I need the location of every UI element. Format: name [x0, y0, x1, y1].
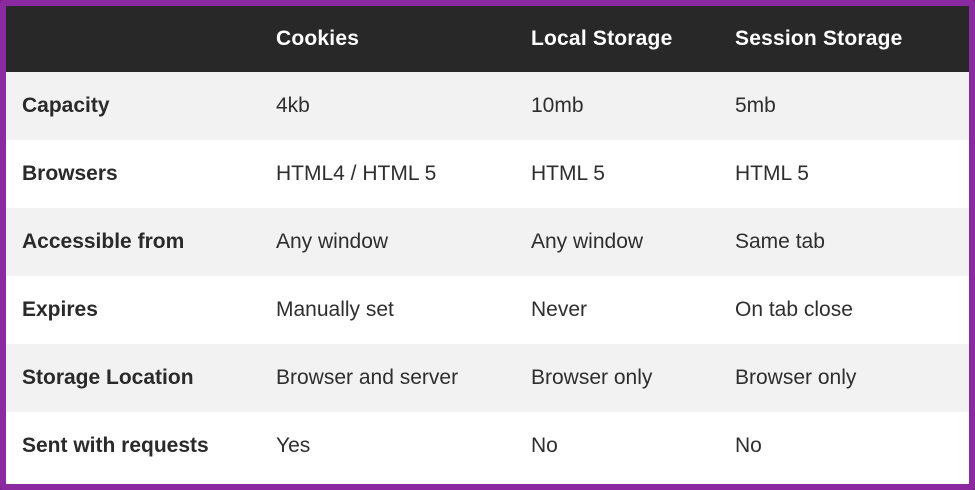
table-cell: No [531, 434, 558, 457]
table-cell: Never [531, 298, 588, 321]
table-row: Browsers HTML4 / HTML 5 HTML 5 HTML 5 [6, 140, 969, 208]
table-cell: On tab close [735, 298, 853, 321]
table-cell: Browser only [531, 366, 653, 389]
table-cell: 4kb [276, 94, 310, 117]
table-cell: 5mb [735, 94, 776, 117]
table-cell: HTML 5 [531, 162, 605, 185]
table-row: Expires Manually set Never On tab close [6, 276, 969, 344]
row-label-capacity: Capacity [22, 94, 110, 117]
row-label-accessible-from: Accessible from [22, 230, 185, 253]
table-row: Storage Location Browser and server Brow… [6, 344, 969, 412]
table-cell: Browser and server [276, 366, 459, 389]
row-label-sent-with-requests: Sent with requests [22, 434, 209, 457]
table-cell: Yes [276, 434, 311, 457]
table-row: Capacity 4kb 10mb 5mb [6, 72, 969, 140]
table-cell: 10mb [531, 94, 584, 117]
table-cell: HTML 5 [735, 162, 809, 185]
comparison-table-frame: Cookies Local Storage Session Storage Ca… [0, 0, 975, 490]
table-cell: No [735, 434, 762, 457]
column-header-session-storage: Session Storage [735, 27, 903, 50]
column-header-cookies: Cookies [276, 27, 360, 50]
row-label-expires: Expires [22, 298, 98, 321]
table-row: Accessible from Any window Any window Sa… [6, 208, 969, 276]
storage-comparison-table: Cookies Local Storage Session Storage Ca… [6, 6, 969, 480]
table-row: Sent with requests Yes No No [6, 412, 969, 480]
table-cell: Same tab [735, 230, 825, 253]
row-label-browsers: Browsers [22, 162, 118, 185]
table-cell: HTML4 / HTML 5 [276, 162, 437, 185]
table-cell: Manually set [276, 298, 394, 321]
table-cell: Browser only [735, 366, 857, 389]
header-corner-cell [6, 6, 276, 72]
column-header-local-storage: Local Storage [531, 27, 673, 50]
row-label-storage-location: Storage Location [22, 366, 194, 389]
table-cell: Any window [531, 230, 644, 253]
table-cell: Any window [276, 230, 389, 253]
table-header-row: Cookies Local Storage Session Storage [6, 6, 969, 72]
